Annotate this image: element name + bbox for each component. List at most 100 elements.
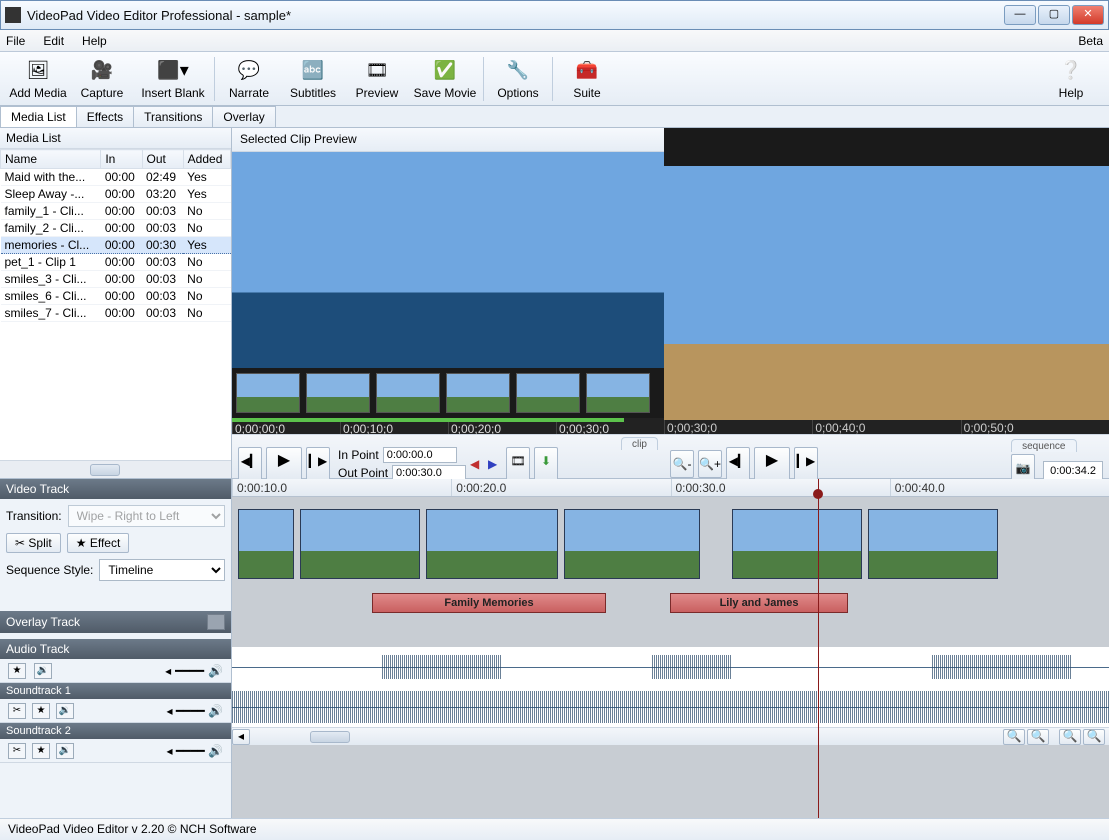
table-row[interactable]: family_1 - Cli...00:0000:03No (1, 203, 231, 220)
clip-next-button[interactable]: ▎▶ (306, 447, 330, 481)
out-flag-icon[interactable]: ▶ (488, 457, 502, 471)
table-row[interactable]: Maid with the...00:0002:49Yes (1, 169, 231, 186)
col-out[interactable]: Out (142, 150, 183, 169)
maximize-button[interactable]: ▢ (1038, 5, 1070, 25)
menu-file[interactable]: File (6, 34, 25, 48)
table-row[interactable]: Sleep Away -...00:0003:20Yes (1, 186, 231, 203)
table-row[interactable]: smiles_6 - Cli...00:0000:03No (1, 288, 231, 305)
clip-tab-label[interactable]: clip (621, 437, 658, 450)
sequence-ruler[interactable]: 0;00;30;0 0;00;40;0 0;00;50;0 (664, 420, 1109, 434)
media-hscroll[interactable] (0, 460, 231, 478)
col-added[interactable]: Added (183, 150, 230, 169)
tl-zoom-in-button[interactable]: 🔍 (1027, 729, 1049, 745)
preview-button[interactable]: 🎞Preview (345, 54, 409, 104)
video-track[interactable] (232, 497, 1109, 591)
clip-filmstrip[interactable] (232, 368, 664, 418)
add-media-button[interactable]: 🖼Add Media (6, 54, 70, 104)
tl-zoom-fit-button[interactable]: 🔍 (1059, 729, 1081, 745)
narrate-button[interactable]: 💬Narrate (217, 54, 281, 104)
transition-select[interactable]: Wipe - Right to Left (68, 505, 225, 527)
overlay-track[interactable]: Family Memories Lily and James (232, 591, 1109, 617)
clip-preview-canvas[interactable] (232, 152, 664, 368)
save-movie-button[interactable]: ✅Save Movie (409, 54, 481, 104)
snd2-speaker-icon[interactable]: 🔉 (56, 743, 74, 759)
clip-play-button[interactable]: ▶ (266, 447, 302, 481)
tl-zoom-full-button[interactable]: 🔍 (1083, 729, 1105, 745)
overlay-clip[interactable]: Family Memories (372, 593, 606, 613)
effect-button[interactable]: ★ Effect (67, 533, 130, 553)
timeline-clip[interactable] (426, 509, 558, 579)
filmstrip-thumb[interactable] (516, 373, 580, 413)
snd1-star-icon[interactable]: ★ (32, 703, 50, 719)
clip-apply-button[interactable]: 🎞 (506, 447, 530, 481)
col-name[interactable]: Name (1, 150, 101, 169)
in-point-field[interactable] (383, 447, 457, 463)
soundtrack-1-wave[interactable] (232, 647, 1109, 687)
suite-button[interactable]: 🧰Suite (555, 54, 619, 104)
tl-zoom-out-button[interactable]: 🔍 (1003, 729, 1025, 745)
vol-up-icon[interactable]: 🔊 (208, 664, 223, 678)
seq-next-button[interactable]: ▎▶ (794, 447, 818, 481)
clip-insert-button[interactable]: ⬇ (534, 447, 558, 481)
overlay-edit-icon[interactable] (207, 614, 225, 630)
sequence-tab-label[interactable]: sequence (1011, 439, 1076, 452)
options-button[interactable]: 🔧Options (486, 54, 550, 104)
table-row[interactable]: smiles_7 - Cli...00:0000:03No (1, 305, 231, 322)
zoom-in-button[interactable]: 🔍+ (698, 450, 722, 478)
timeline-clip[interactable] (732, 509, 862, 579)
menu-edit[interactable]: Edit (43, 34, 64, 48)
in-flag-icon[interactable]: ◀ (470, 457, 484, 471)
snd2-star-icon[interactable]: ★ (32, 743, 50, 759)
zoom-out-button[interactable]: 🔍- (670, 450, 694, 478)
timeline-clip[interactable] (300, 509, 420, 579)
sequence-timecode: 0:00:34.2 (1043, 461, 1103, 481)
titlebar: VideoPad Video Editor Professional - sam… (0, 0, 1109, 30)
table-row[interactable]: smiles_3 - Cli...00:0000:03No (1, 271, 231, 288)
add-media-icon: 🖼 (25, 58, 51, 84)
clip-prev-button[interactable]: ◀▎ (238, 447, 262, 481)
playhead[interactable] (818, 479, 819, 818)
col-in[interactable]: In (101, 150, 142, 169)
media-table[interactable]: Name In Out Added Maid with the...00:000… (0, 149, 231, 460)
star-icon[interactable]: ★ (8, 663, 26, 679)
timeline-clip[interactable] (868, 509, 998, 579)
seq-prev-button[interactable]: ◀▎ (726, 447, 750, 481)
help-button[interactable]: ❔Help (1039, 54, 1103, 104)
filmstrip-thumb[interactable] (236, 373, 300, 413)
snd2-cut-icon[interactable]: ✂ (8, 743, 26, 759)
filmstrip-thumb[interactable] (446, 373, 510, 413)
soundtrack-2-wave[interactable] (232, 687, 1109, 727)
tab-overlay[interactable]: Overlay (212, 106, 275, 127)
timeline-clip[interactable] (564, 509, 700, 579)
sequence-style-select[interactable]: Timeline (99, 559, 225, 581)
capture-button[interactable]: 🎥Capture (70, 54, 134, 104)
tab-media-list[interactable]: Media List (0, 106, 77, 127)
tab-transitions[interactable]: Transitions (133, 106, 213, 127)
speaker-icon[interactable]: 🔉 (34, 663, 52, 679)
timeline-clip[interactable] (238, 509, 294, 579)
vol-down-icon[interactable]: ◂ (165, 664, 171, 678)
tab-effects[interactable]: Effects (76, 106, 134, 127)
subtitles-button[interactable]: 🔤Subtitles (281, 54, 345, 104)
split-button[interactable]: ✂ Split (6, 533, 61, 553)
table-row[interactable]: family_2 - Cli...00:0000:03No (1, 220, 231, 237)
close-button[interactable]: ✕ (1072, 5, 1104, 25)
clip-ruler[interactable]: 0;00;00;0 0;00;10;0 0;00;20;0 0;00;30;0 (232, 418, 664, 434)
suite-icon: 🧰 (574, 58, 600, 84)
timeline-ruler[interactable]: 0:00:10.0 0:00:20.0 0:00:30.0 0:00:40.0 (232, 479, 1109, 497)
seq-play-button[interactable]: ▶ (754, 447, 790, 481)
timeline-hscroll[interactable]: ◂ 🔍 🔍 🔍 🔍 (232, 727, 1109, 745)
filmstrip-thumb[interactable] (586, 373, 650, 413)
minimize-button[interactable]: — (1004, 5, 1036, 25)
filmstrip-thumb[interactable] (376, 373, 440, 413)
filmstrip-thumb[interactable] (306, 373, 370, 413)
menu-help[interactable]: Help (82, 34, 107, 48)
table-row[interactable]: memories - Cl...00:0000:30Yes (1, 237, 231, 254)
table-row[interactable]: pet_1 - Clip 100:0000:03No (1, 254, 231, 271)
overlay-clip[interactable]: Lily and James (670, 593, 848, 613)
snd1-cut-icon[interactable]: ✂ (8, 703, 26, 719)
menu-beta[interactable]: Beta (1078, 34, 1103, 48)
insert-blank-button[interactable]: ⬛▾Insert Blank (134, 54, 212, 104)
sequence-preview-canvas[interactable] (664, 166, 1109, 420)
snd1-speaker-icon[interactable]: 🔉 (56, 703, 74, 719)
